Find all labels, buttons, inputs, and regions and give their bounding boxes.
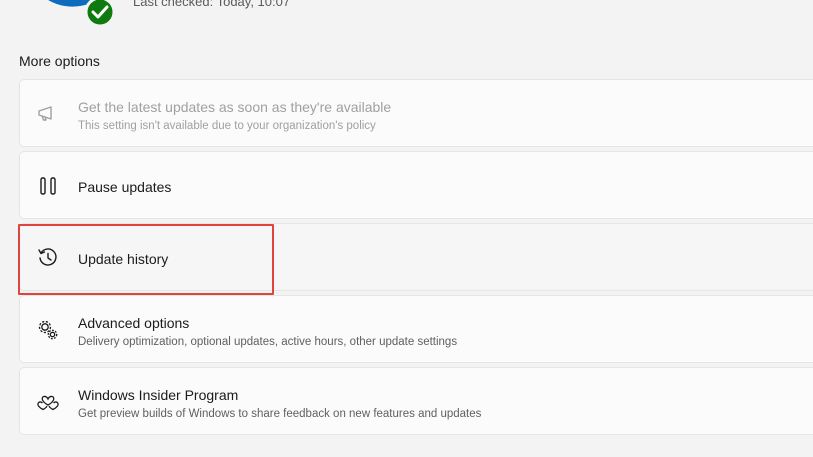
section-title: More options	[19, 53, 100, 69]
history-icon	[36, 246, 60, 270]
option-title: Advanced options	[78, 315, 190, 331]
sync-status-icon	[48, 0, 116, 26]
pause-icon	[36, 174, 60, 198]
option-title: Update history	[78, 251, 169, 267]
gears-icon	[36, 318, 60, 342]
option-subtitle: This setting isn't available due to your…	[78, 120, 376, 132]
option-pause-updates[interactable]: Pause updates	[19, 151, 813, 219]
update-status-area: Last checked: Today, 10:07	[0, 0, 813, 40]
option-title: Pause updates	[78, 179, 172, 195]
option-windows-insider-program[interactable]: Windows Insider Program Get preview buil…	[19, 367, 813, 435]
option-title: Windows Insider Program	[78, 387, 239, 403]
option-subtitle: Get preview builds of Windows to share f…	[78, 408, 482, 420]
option-advanced-options[interactable]: Advanced options Delivery optimization, …	[19, 295, 813, 363]
insider-hearts-icon	[36, 390, 60, 414]
option-subtitle: Delivery optimization, optional updates,…	[78, 336, 458, 348]
last-checked-text: Last checked: Today, 10:07	[133, 0, 291, 9]
option-get-latest-updates: Get the latest updates as soon as they'r…	[19, 79, 813, 147]
option-title: Get the latest updates as soon as they'r…	[78, 99, 392, 115]
megaphone-icon	[36, 102, 60, 126]
option-update-history[interactable]: Update history	[19, 223, 813, 291]
